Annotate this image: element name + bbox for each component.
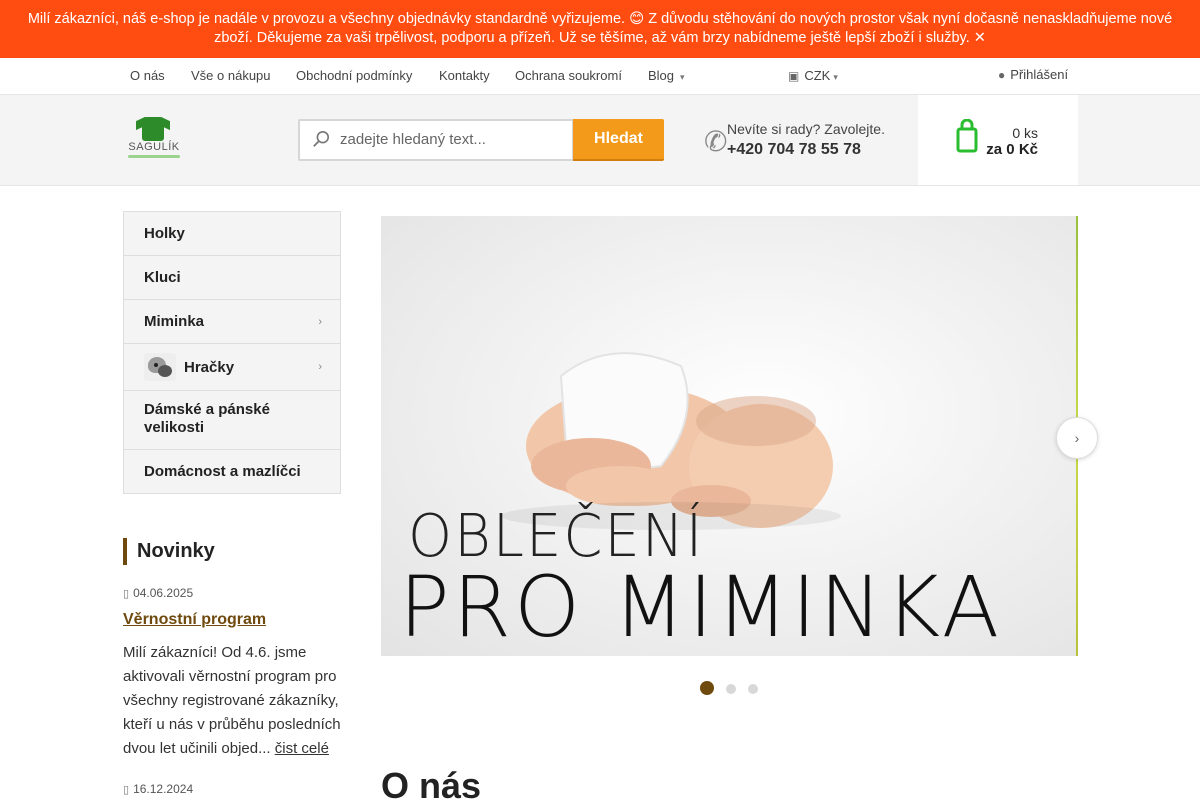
category-item-damske-panske[interactable]: Dámské a pánské velikosti xyxy=(124,391,340,450)
slider-dot-2[interactable] xyxy=(726,684,736,694)
search-box xyxy=(298,119,574,161)
category-item-holky[interactable]: Holky xyxy=(124,212,340,256)
close-icon[interactable]: ✕ xyxy=(974,30,986,46)
slider-dot-3[interactable] xyxy=(748,684,758,694)
chevron-right-icon: › xyxy=(1074,430,1080,446)
top-navigation: O nás Vše o nákupu Obchodní podmínky Kon… xyxy=(0,58,1200,95)
category-item-hracky[interactable]: Hračky › xyxy=(124,344,340,391)
header: SAGULÍK Hledat ✆ Nevíte si rady? Zavolej… xyxy=(0,95,1200,186)
news-date-text: 16.12.2024 xyxy=(133,782,194,796)
phone-number[interactable]: +420 704 78 55 78 xyxy=(727,141,861,159)
category-label: Dámské a pánské velikosti xyxy=(144,401,270,436)
phone-question: Nevíte si rady? Zavolejte. xyxy=(727,121,885,137)
chevron-down-icon: ▾ xyxy=(680,72,685,82)
chevron-down-icon: ▾ xyxy=(833,72,838,82)
category-item-kluci[interactable]: Kluci xyxy=(124,256,340,300)
calendar-icon: ▯ xyxy=(123,784,130,796)
category-menu: Holky Kluci Miminka › Hračky › Dámské a … xyxy=(123,211,341,494)
user-icon: ● xyxy=(998,68,1006,82)
slide-heading-line2: PRO MIMINKA xyxy=(399,558,1003,656)
chevron-right-icon: › xyxy=(318,361,322,373)
currency-icon: ▣ xyxy=(788,69,800,83)
login-link[interactable]: ● Přihlášení xyxy=(998,67,1068,82)
search-icon xyxy=(313,130,330,147)
read-more-link[interactable]: čist celé xyxy=(275,740,329,757)
news-excerpt: Milí zákazníci! Od 4.6. jsme aktivovali … xyxy=(123,641,348,761)
announcement-text: Milí zákazníci, náš e-shop je nadále v p… xyxy=(27,11,1173,46)
chevron-right-icon: › xyxy=(318,315,322,328)
nav-link-blog[interactable]: Blog ▾ xyxy=(648,68,685,83)
slider-dot-1[interactable] xyxy=(700,681,714,695)
cart-widget[interactable]: 0 ks za 0 Kč xyxy=(918,95,1078,185)
logo[interactable]: SAGULÍK xyxy=(126,117,182,163)
category-label: Miminka xyxy=(144,313,205,330)
cart-total: za 0 Kč xyxy=(986,141,1038,158)
nav-link-privacy[interactable]: Ochrana soukromí xyxy=(515,68,622,83)
news-date: ▯ 16.12.2024 xyxy=(123,782,193,796)
login-label: Přihlášení xyxy=(1010,67,1069,82)
nav-link-shopping-info[interactable]: Vše o nákupu xyxy=(191,68,271,83)
nav-link-blog-label: Blog xyxy=(648,68,675,83)
news-heading: Novinky xyxy=(123,538,215,565)
search-button[interactable]: Hledat xyxy=(573,119,664,161)
shirt-logo-icon xyxy=(142,117,164,141)
news-title-link[interactable]: Věrnostní program xyxy=(123,611,266,629)
cart-bag-icon xyxy=(956,118,978,153)
cart-count: 0 ks xyxy=(1012,125,1038,141)
hero-slider[interactable]: OBLEČENÍ PRO MIMINKA xyxy=(381,216,1078,656)
category-label: Domácnost a mazlíčci xyxy=(144,463,301,480)
news-date-text: 04.06.2025 xyxy=(133,586,194,600)
logo-underline xyxy=(128,155,180,158)
toy-dog-image xyxy=(144,353,176,381)
category-label: Hračky xyxy=(184,358,235,376)
slider-next-button[interactable]: › xyxy=(1056,417,1098,459)
category-label: Holky xyxy=(144,225,185,242)
currency-label: CZK xyxy=(804,68,831,83)
currency-selector[interactable]: ▣ CZK ▾ xyxy=(788,68,838,83)
calendar-icon: ▯ xyxy=(123,588,130,600)
search-input[interactable] xyxy=(340,131,565,148)
news-date: ▯ 04.06.2025 xyxy=(123,586,193,600)
category-label: Kluci xyxy=(144,269,181,286)
logo-text: SAGULÍK xyxy=(128,141,180,153)
cart-icon xyxy=(956,118,978,163)
nav-link-contacts[interactable]: Kontakty xyxy=(439,68,490,83)
phone-icon: ✆ xyxy=(704,126,728,157)
search-form: Hledat xyxy=(298,119,664,161)
category-item-domacnost[interactable]: Domácnost a mazlíčci xyxy=(124,450,340,493)
nav-link-about[interactable]: O nás xyxy=(130,68,165,83)
announcement-banner: Milí zákazníci, náš e-shop je nadále v p… xyxy=(0,0,1200,58)
about-heading: O nás xyxy=(381,765,482,800)
nav-link-terms[interactable]: Obchodní podmínky xyxy=(296,68,412,83)
category-item-miminka[interactable]: Miminka › xyxy=(124,300,340,344)
